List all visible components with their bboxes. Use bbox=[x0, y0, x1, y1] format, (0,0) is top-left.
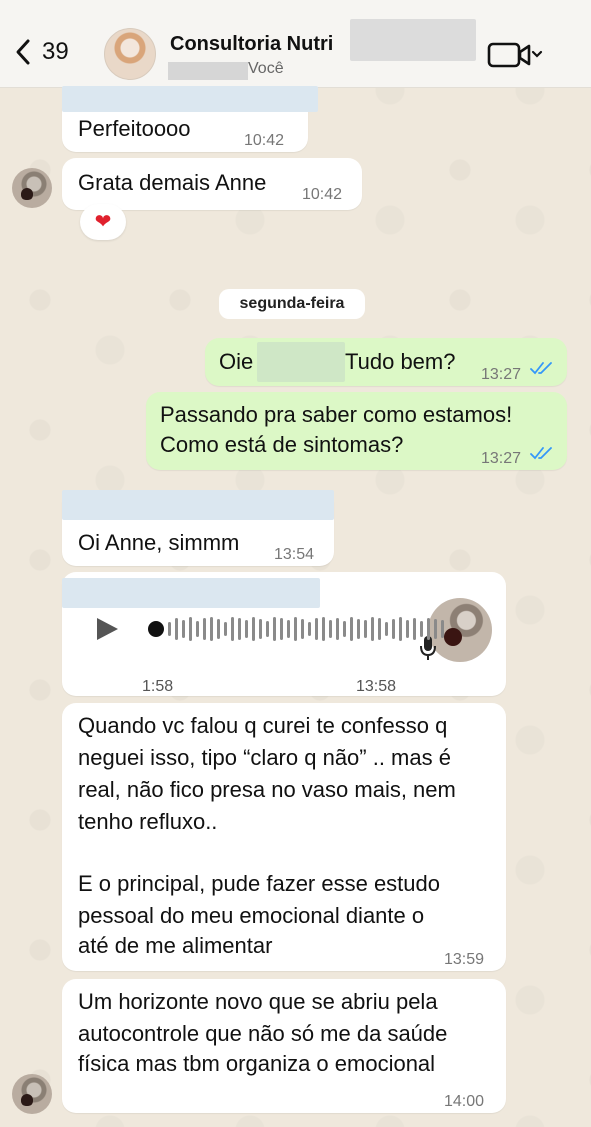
message-time: 10:42 bbox=[244, 132, 285, 149]
redacted-quote bbox=[62, 490, 334, 520]
contact-subtitle: Você bbox=[248, 60, 284, 77]
message-time: 13:54 bbox=[274, 546, 315, 563]
sender-avatar[interactable] bbox=[12, 168, 52, 208]
message-text: Grata demais Anne bbox=[78, 170, 267, 195]
message-bubble[interactable]: Oie Tudo bem? 13:27 bbox=[205, 338, 567, 386]
message-text: Perfeitoooo bbox=[78, 116, 191, 141]
message-text: real, não fico presa no vaso mais, nem bbox=[78, 777, 456, 802]
message-text: autocontrole que não só me da saúde bbox=[78, 1021, 448, 1046]
message-bubble[interactable]: Perfeitoooo 10:42 bbox=[62, 86, 318, 152]
message-bubble[interactable]: Passando pra saber como estamos! Como es… bbox=[146, 392, 567, 470]
rose-graphic bbox=[444, 628, 462, 646]
message-text: Como está de sintomas? bbox=[160, 432, 404, 457]
video-call-icon[interactable] bbox=[486, 40, 546, 70]
back-button[interactable]: 39 bbox=[14, 38, 69, 66]
play-icon[interactable] bbox=[94, 616, 120, 642]
message-bubble[interactable]: Grata demais Anne 10:42 bbox=[62, 158, 362, 210]
message-text: E o principal, pude fazer esse estudo bbox=[78, 871, 441, 896]
contact-name[interactable]: Consultoria Nutri bbox=[170, 33, 333, 56]
heart-reaction-icon[interactable]: ❤ bbox=[80, 204, 126, 240]
read-receipt-icon bbox=[530, 362, 552, 375]
contact-avatar[interactable] bbox=[104, 28, 156, 80]
read-receipt-icon bbox=[530, 447, 552, 460]
message-text: Oi Anne, simmm bbox=[78, 530, 240, 555]
message-text: Tudo bem? bbox=[345, 349, 456, 374]
redacted-name bbox=[257, 342, 345, 382]
redacted-subtitle bbox=[168, 62, 248, 80]
message-time: 10:42 bbox=[302, 186, 343, 203]
message-text: pessoal do meu emocional diante o bbox=[78, 903, 425, 928]
chat-header: 39 Consultoria Nutri Você bbox=[0, 0, 591, 88]
message-text: Oie bbox=[219, 349, 254, 374]
message-bubble[interactable]: Quando vc falou q curei te confesso q ne… bbox=[62, 703, 506, 971]
message-text: Um horizonte novo que se abriu pela bbox=[78, 989, 438, 1014]
audio-waveform[interactable] bbox=[148, 617, 444, 641]
date-divider: segunda-feira bbox=[219, 289, 365, 319]
message-bubble[interactable]: Um horizonte novo que se abriu pela auto… bbox=[62, 979, 506, 1113]
message-time: 14:00 bbox=[444, 1093, 485, 1110]
message-time: 13:27 bbox=[481, 366, 522, 383]
message-time: 13:59 bbox=[444, 951, 485, 968]
message-time: 13:58 bbox=[356, 678, 397, 695]
message-text: neguei isso, tipo “claro q não” .. mas é bbox=[78, 745, 451, 770]
message-text: até de me alimentar bbox=[78, 933, 273, 958]
chevron-left-icon bbox=[16, 39, 30, 65]
message-time: 13:27 bbox=[481, 450, 522, 467]
redacted-name bbox=[350, 19, 476, 61]
sender-avatar[interactable] bbox=[12, 1074, 52, 1114]
redacted-quote bbox=[62, 86, 318, 112]
message-text: Passando pra saber como estamos! bbox=[160, 402, 513, 427]
message-bubble[interactable]: Oi Anne, simmm 13:54 bbox=[62, 490, 334, 566]
message-text: tenho refluxo.. bbox=[78, 809, 218, 834]
message-text: física mas tbm organiza o emocional bbox=[78, 1051, 436, 1076]
unread-count: 39 bbox=[42, 38, 69, 65]
message-text: Quando vc falou q curei te confesso q bbox=[78, 713, 448, 738]
audio-duration: 1:58 bbox=[142, 678, 174, 695]
redacted-quote bbox=[62, 578, 320, 608]
